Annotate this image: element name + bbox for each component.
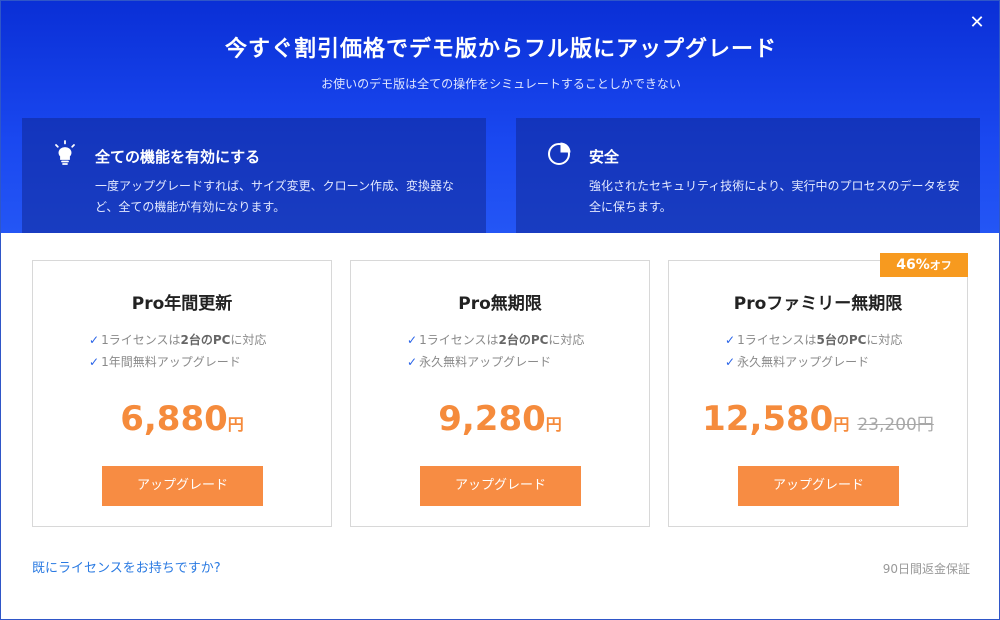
price-amount: 6,880 (120, 399, 228, 439)
feature-panel-all-features: 全ての機能を有効にする 一度アップグレードすれば、サイズ変更、クローン作成、変換… (22, 118, 486, 233)
price-amount: 9,280 (438, 399, 546, 439)
feature-panel-security: 安全 強化されたセキュリティ技術により、実行中のプロセスのデータを安全に保ちます… (516, 118, 980, 233)
feature-description: 強化されたセキュリティ技術により、実行中のプロセスのデータを安全に保ちます。 (589, 179, 960, 214)
feature-text: に対応 (548, 333, 585, 347)
plan-name: Pro年間更新 (131, 294, 233, 314)
lightbulb-icon (55, 140, 75, 165)
shield-pie-icon (548, 142, 571, 165)
plan-feature-license: ✓ 1ライセンスは2台のPCに対応 (407, 331, 584, 348)
upgrade-button[interactable]: アップグレード (420, 466, 581, 506)
discount-suffix: オフ (929, 259, 952, 272)
discount-percent: 46% (896, 257, 930, 273)
feature-text: 永久無料アップグレード (419, 355, 552, 369)
plan-price: 12,580円 23,200円 (669, 399, 967, 439)
feature-description: 一度アップグレードすれば、サイズ変更、クローン作成、変換器など、全ての機能が有効… (95, 179, 455, 214)
plan-card-annual: Pro年間更新 ✓ 1ライセンスは2台のPCに対応 ✓ 1年間無料アップグレード 6… (32, 260, 332, 527)
dialog-subtitle: お使いのデモ版は全ての操作をシミュレートすることしかできない (321, 77, 681, 91)
feature-text: 1ライセンスは (419, 333, 499, 347)
feature-highlight: 2台のPC (498, 333, 549, 347)
feature-highlight: 5台のPC (816, 333, 867, 347)
plan-feature-upgrade: ✓ 永久無料アップグレード (407, 353, 551, 370)
price-currency: 円 (227, 415, 244, 434)
plan-name: Pro無期限 (458, 294, 542, 314)
plan-feature-upgrade: ✓ 1年間無料アップグレード (89, 353, 241, 370)
feature-text: 1ライセンスは (101, 333, 181, 347)
check-icon: ✓ (725, 333, 736, 347)
feature-text: 永久無料アップグレード (737, 355, 870, 369)
plan-price: 6,880円 (33, 399, 331, 439)
check-icon: ✓ (407, 355, 418, 369)
plan-feature-license: ✓ 1ライセンスは5台のPCに対応 (725, 331, 902, 348)
feature-text: 1年間無料アップグレード (101, 355, 241, 369)
dialog-title: 今すぐ割引価格でデモ版からフル版にアップグレード (224, 37, 777, 62)
plan-feature-license: ✓ 1ライセンスは2台のPCに対応 (89, 331, 266, 348)
feature-highlight: 2台のPC (180, 333, 231, 347)
check-icon: ✓ (89, 333, 100, 347)
plan-card-family: Proファミリー無期限 ✓ 1ライセンスは5台のPCに対応 ✓ 永久無料アップグレー… (668, 260, 968, 527)
check-icon: ✓ (89, 355, 100, 369)
feature-title: 全ての機能を有効にする (95, 148, 261, 166)
money-back-guarantee: 90日間返金保証 (882, 562, 970, 576)
feature-text: に対応 (866, 333, 903, 347)
existing-license-link[interactable]: 既にライセンスをお持ちですか? (32, 557, 221, 576)
feature-text: に対応 (230, 333, 267, 347)
discount-badge: 46%オフ (880, 253, 968, 277)
original-price: 23,200円 (857, 415, 934, 435)
plan-feature-upgrade: ✓ 永久無料アップグレード (725, 353, 869, 370)
upgrade-dialog: ✕ 今すぐ割引価格でデモ版からフル版にアップグレード お使いのデモ版は全ての操作… (0, 0, 1000, 620)
upgrade-button[interactable]: アップグレード (738, 466, 899, 506)
check-icon: ✓ (725, 355, 736, 369)
plan-price: 9,280円 (351, 399, 649, 439)
check-icon: ✓ (407, 333, 418, 347)
plan-name: Proファミリー無期限 (733, 294, 903, 314)
price-currency: 円 (833, 415, 850, 434)
dialog-header: ✕ 今すぐ割引価格でデモ版からフル版にアップグレード お使いのデモ版は全ての操作… (1, 1, 999, 233)
price-amount: 12,580 (702, 399, 834, 439)
feature-title: 安全 (589, 148, 620, 166)
price-currency: 円 (545, 415, 562, 434)
upgrade-button[interactable]: アップグレード (102, 466, 263, 506)
feature-text: 1ライセンスは (737, 333, 817, 347)
plan-card-lifetime: Pro無期限 ✓ 1ライセンスは2台のPCに対応 ✓ 永久無料アップグレード 9,2… (350, 260, 650, 527)
close-icon[interactable]: ✕ (967, 13, 987, 33)
